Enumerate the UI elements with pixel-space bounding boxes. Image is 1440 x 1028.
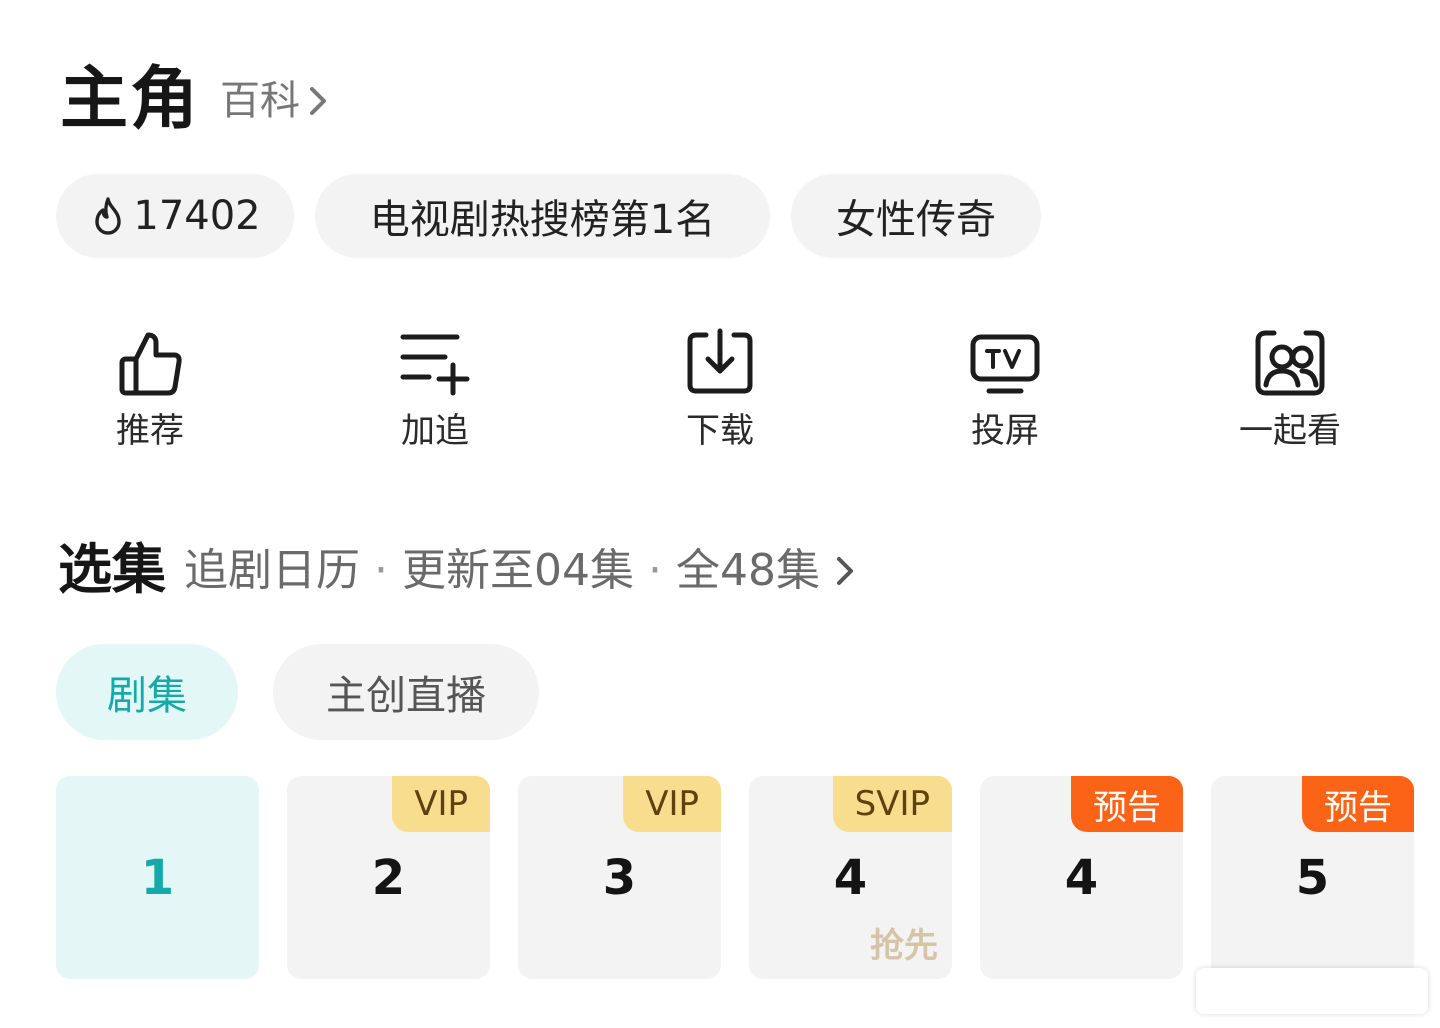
episodes-info-link[interactable]: 追剧日历 · 更新至04集 · 全48集: [184, 542, 858, 600]
episode-card[interactable]: VIP 2: [287, 776, 490, 979]
episode-number: 4: [1064, 850, 1099, 906]
total-episodes: 全48集: [676, 545, 820, 596]
episode-number: 5: [1295, 850, 1330, 906]
thumbs-up-icon: [119, 332, 182, 396]
download-button[interactable]: 下载: [640, 325, 800, 451]
watch-together-icon: [1255, 330, 1325, 396]
playlist-add-icon: [400, 334, 470, 396]
genre-tag[interactable]: 女性传奇: [791, 174, 1041, 258]
watch-together-label: 一起看: [1239, 411, 1341, 451]
download-icon: [687, 328, 753, 394]
episode-card[interactable]: 预告 5: [1211, 776, 1414, 979]
tab-episodes[interactable]: 剧集: [56, 644, 238, 740]
episode-card[interactable]: VIP 3: [518, 776, 721, 979]
genre-label: 女性传奇: [836, 197, 996, 243]
cast-button[interactable]: 投屏: [925, 325, 1085, 451]
episode-number: 1: [140, 850, 175, 906]
preview-badge: 预告: [1071, 776, 1183, 832]
vip-badge: VIP: [623, 776, 721, 832]
gesture-bar: [1196, 968, 1428, 1014]
ranking-label: 电视剧热搜榜第1名: [369, 197, 716, 243]
separator: ·: [374, 545, 388, 596]
chevron-right-icon: [310, 87, 326, 115]
baike-link[interactable]: 百科: [220, 76, 332, 126]
recommend-label: 推荐: [116, 411, 184, 451]
flame-icon: [95, 197, 122, 235]
page-title: 主角: [60, 60, 201, 139]
svip-badge: SVIP: [832, 776, 952, 832]
tab-episodes-label: 剧集: [107, 673, 187, 719]
tab-creator-live[interactable]: 主创直播: [273, 644, 539, 740]
heat-value: 17402: [133, 193, 261, 239]
download-label: 下载: [686, 411, 754, 451]
calendar-label: 追剧日历: [184, 545, 360, 596]
chevron-right-icon: [837, 557, 853, 585]
recommend-button[interactable]: 推荐: [70, 325, 230, 451]
heat-tag[interactable]: 17402: [56, 174, 294, 258]
cast-label: 投屏: [971, 411, 1039, 451]
baike-label: 百科: [220, 78, 300, 124]
episode-card[interactable]: 1: [56, 776, 259, 979]
tv-cast-icon: [970, 334, 1040, 394]
episode-number: 2: [371, 850, 406, 906]
update-status: 更新至04集: [402, 545, 634, 596]
separator: ·: [648, 545, 662, 596]
ranking-tag[interactable]: 电视剧热搜榜第1名: [315, 174, 770, 258]
episode-number: 4: [833, 850, 868, 906]
watch-together-button[interactable]: 一起看: [1210, 325, 1370, 451]
episode-number: 3: [602, 850, 637, 906]
preview-badge: 预告: [1302, 776, 1414, 832]
episode-card[interactable]: SVIP 4 抢先: [749, 776, 952, 979]
vip-badge: VIP: [392, 776, 490, 832]
early-access-label: 抢先: [870, 926, 938, 966]
episodes-section-title: 选集: [58, 538, 166, 601]
add-follow-label: 加追: [401, 411, 469, 451]
add-follow-button[interactable]: 加追: [355, 325, 515, 451]
episode-card[interactable]: 预告 4: [980, 776, 1183, 979]
tab-creator-live-label: 主创直播: [326, 673, 486, 719]
